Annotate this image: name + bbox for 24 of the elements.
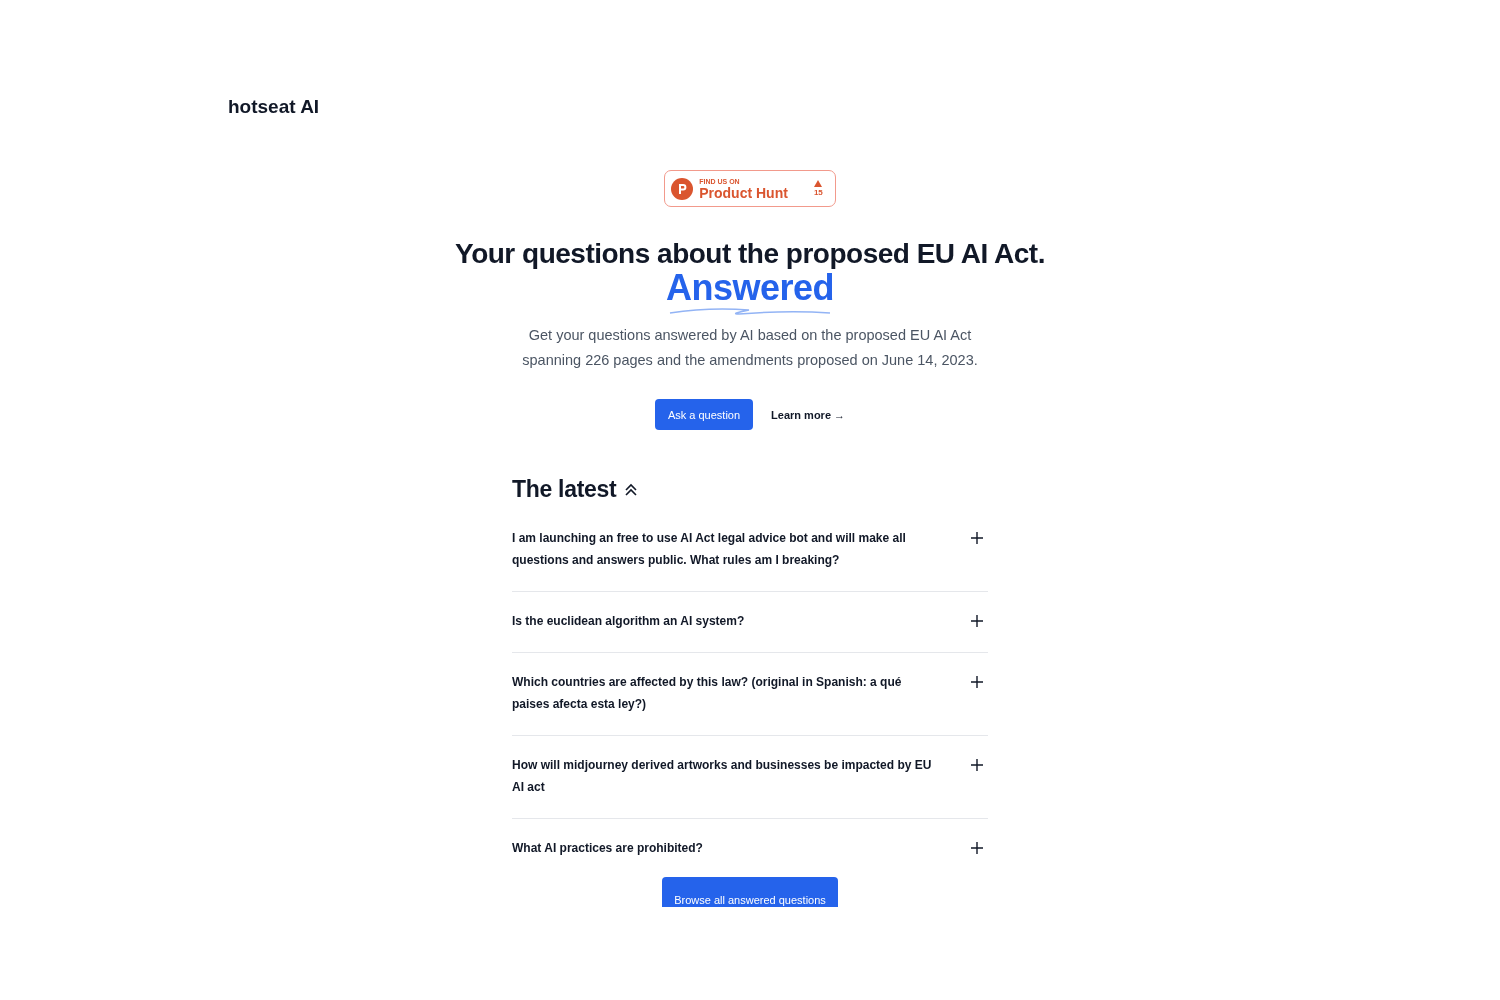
hero-subtitle: Get your questions answered by AI based on the proposed EU AI Act spanning 226 pages and the amendments proposed on June 14, 2023. <box>521 326 979 370</box>
question-item[interactable]: I am launching an free to use AI Act legal advice bot and will make all questions and answers public. What rules am I breaking? <box>512 527 942 571</box>
question-item[interactable]: How will midjourney derived artworks and businesses be impacted by EU AI act <box>512 754 942 798</box>
learn-more-link[interactable]: Learn more → <box>771 408 846 421</box>
ask-question-button[interactable]: Ask a question <box>654 399 754 430</box>
logo[interactable]: hotseat AI <box>228 96 320 117</box>
plus-icon[interactable] <box>970 758 984 772</box>
hero-title: Your questions about the proposed EU AI Act. <box>455 237 1045 271</box>
section-heading: The latest <box>512 476 617 503</box>
hero-highlight: Answered <box>665 269 835 307</box>
product-hunt-logo-icon <box>671 177 694 200</box>
question-item[interactable]: Which countries are affected by this law? (original in Spanish: a qué paises afecta esta ley?) <box>512 671 942 715</box>
double-chevron-up-icon <box>624 483 639 496</box>
vote-count: 15 <box>813 188 823 197</box>
plus-icon[interactable] <box>970 841 984 855</box>
browse-questions-button[interactable]: Browse all answered questions <box>662 877 838 907</box>
plus-icon[interactable] <box>970 675 984 689</box>
badge-title: Product Hunt <box>699 185 788 200</box>
upvote-icon <box>814 180 823 187</box>
underline-squiggle-icon <box>669 307 831 315</box>
question-item[interactable]: What AI practices are prohibited? <box>512 837 942 859</box>
question-item[interactable]: Is the euclidean algorithm an AI system? <box>512 610 942 632</box>
plus-icon[interactable] <box>970 531 984 545</box>
plus-icon[interactable] <box>970 614 984 628</box>
